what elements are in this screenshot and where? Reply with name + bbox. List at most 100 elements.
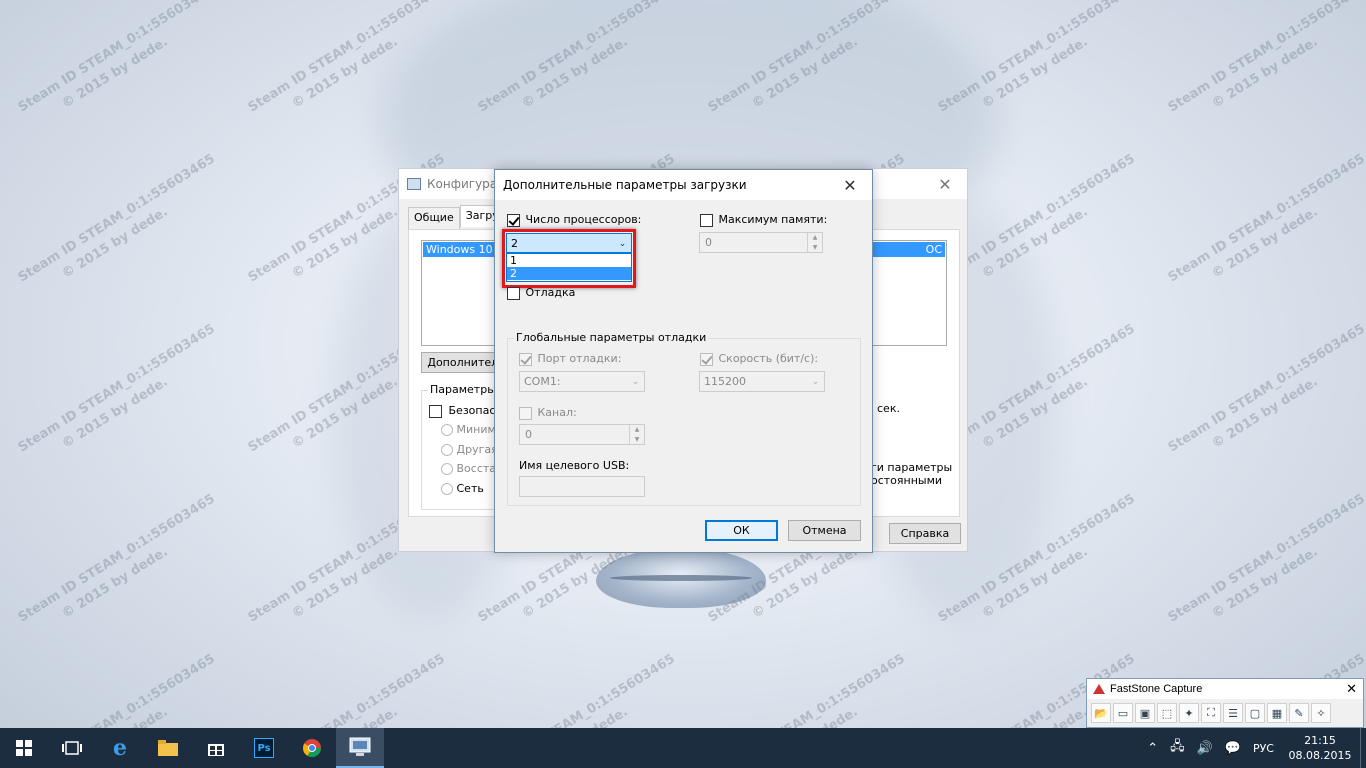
close-icon[interactable]: ✕ <box>828 170 872 200</box>
baud-rate-label: Скорость (бит/с): <box>718 352 819 365</box>
watermark-line-2: © 2015 by dede. <box>1209 374 1321 452</box>
watermark-line-2: © 2015 by dede. <box>1209 544 1321 622</box>
checkbox-icon[interactable] <box>700 213 713 227</box>
watermark-line-2: © 2015 by dede. <box>59 544 171 622</box>
language-indicator[interactable]: РУС <box>1253 742 1274 755</box>
debug-port-select[interactable]: COM1: ⌄ <box>519 371 645 392</box>
output-icon[interactable]: ✎ <box>1289 703 1309 723</box>
watermark-line-1: Steam ID STEAM_0:1:55603465 <box>15 151 218 286</box>
close-icon[interactable]: ✕ <box>1346 681 1357 697</box>
watermark-text: Steam ID STEAM_0:1:55603465© 2015 by ded… <box>15 321 218 475</box>
file-explorer-icon[interactable] <box>144 728 192 768</box>
watermark-line-1: Steam ID STEAM_0:1:55603465 <box>1165 151 1366 286</box>
help-button[interactable]: Справка <box>889 523 961 544</box>
radio-alternate[interactable]: Другая <box>441 443 498 456</box>
watermark-line-1: Steam ID STEAM_0:1:55603465 <box>15 0 218 116</box>
taskbar: e Ps ⌃ 🖧 🔊 💬 РУС 21:15 08.08.2015 <box>0 728 1366 768</box>
ok-button[interactable]: ОК <box>705 520 778 541</box>
faststone-tools: 📂 ▭ ▣ ⬚ ✦ ⛶ ☰ ▢ ▦ ✎ ✧ <box>1087 699 1363 727</box>
notifications-icon[interactable]: 💬 <box>1225 741 1241 756</box>
watermark-line-1: Steam ID STEAM_0:1:55603465 <box>15 321 218 456</box>
watermark-line-1: Steam ID STEAM_0:1:55603465 <box>1165 0 1366 116</box>
channel-label: Канал: <box>537 406 577 419</box>
annotation-highlight-frame <box>502 229 636 288</box>
capture-freehand-icon[interactable]: ✦ <box>1179 703 1199 723</box>
capture-fullscreen-icon[interactable]: ⛶ <box>1201 703 1221 723</box>
open-folder-icon[interactable]: 📂 <box>1091 703 1111 723</box>
clock-time: 21:15 <box>1304 734 1336 747</box>
spinner-icon[interactable]: ▲ ▼ <box>807 233 822 252</box>
msconfig-icon <box>407 178 421 190</box>
watermark-line-2: © 2015 by dede. <box>1209 34 1321 112</box>
screen-recorder-icon[interactable]: ▦ <box>1267 703 1287 723</box>
settings-icon[interactable]: ✧ <box>1311 703 1331 723</box>
edge-icon[interactable]: e <box>96 728 144 768</box>
task-view-icon[interactable] <box>48 728 96 768</box>
show-desktop-button[interactable] <box>1360 728 1366 768</box>
timeout-seconds-label: сек. <box>877 402 900 415</box>
max-memory-value: 0 <box>705 236 712 249</box>
checkbox-icon[interactable] <box>519 406 532 420</box>
checkbox-checked-icon[interactable] <box>519 352 532 366</box>
debug-port-value: COM1: <box>524 375 561 388</box>
dialog-title: Дополнительные параметры загрузки <box>503 178 747 192</box>
radio-icon[interactable] <box>441 424 453 436</box>
msconfig-taskbar-icon[interactable] <box>336 728 384 768</box>
make-permanent-label-1: ги параметры <box>871 461 953 474</box>
radio-network[interactable]: Сеть <box>441 482 484 495</box>
watermark-line-2: © 2015 by dede. <box>59 374 171 452</box>
capture-fixed-icon[interactable]: ▢ <box>1245 703 1265 723</box>
chrome-icon[interactable] <box>288 728 336 768</box>
network-icon[interactable]: 🖧 <box>1170 737 1185 759</box>
tab-general[interactable]: Общие <box>408 207 460 229</box>
watermark-text: Steam ID STEAM_0:1:55603465© 2015 by ded… <box>15 151 218 305</box>
watermark-line-2: © 2015 by dede. <box>59 204 171 282</box>
capture-region-icon[interactable]: ⬚ <box>1157 703 1177 723</box>
debug-label: Отладка <box>525 286 576 299</box>
safe-boot-check-icon[interactable] <box>429 404 442 418</box>
checkbox-icon[interactable] <box>507 286 520 300</box>
chevron-down-icon[interactable]: ⌄ <box>627 372 644 391</box>
radio-icon[interactable] <box>441 463 453 475</box>
capture-scrolling-icon[interactable]: ☰ <box>1223 703 1243 723</box>
max-memory-input[interactable]: 0 ▲ ▼ <box>699 232 823 253</box>
debug-port-checkbox[interactable]: Порт отладки: <box>519 352 621 366</box>
channel-checkbox[interactable]: Канал: <box>519 406 577 420</box>
checkbox-checked-icon[interactable] <box>507 213 520 227</box>
cancel-button[interactable]: Отмена <box>788 520 861 541</box>
baud-rate-select[interactable]: 115200 ⌄ <box>699 371 825 392</box>
debug-checkbox[interactable]: Отладка <box>507 286 575 300</box>
watermark-text: Steam ID STEAM_0:1:55603465© 2015 by ded… <box>1165 0 1366 135</box>
watermark-line-1: Steam ID STEAM_0:1:55603465 <box>1165 321 1366 456</box>
capture-window-icon[interactable]: ▭ <box>1113 703 1133 723</box>
photoshop-icon[interactable]: Ps <box>240 728 288 768</box>
checkbox-checked-icon[interactable] <box>700 352 713 366</box>
os-list-item-suffix: ОС <box>925 243 942 256</box>
dialog-titlebar: Дополнительные параметры загрузки ✕ <box>495 170 872 200</box>
store-icon[interactable] <box>192 728 240 768</box>
watermark-text: Steam ID STEAM_0:1:55603465© 2015 by ded… <box>15 491 218 645</box>
global-debug-label: Глобальные параметры отладки <box>514 331 709 344</box>
capture-object-icon[interactable]: ▣ <box>1135 703 1155 723</box>
usb-target-input[interactable] <box>519 476 645 497</box>
chevron-up-icon[interactable]: ⌃ <box>1147 741 1158 756</box>
baud-rate-value: 115200 <box>704 375 746 388</box>
max-memory-label: Максимум памяти: <box>718 213 828 226</box>
watermark-text: Steam ID STEAM_0:1:55603465© 2015 by ded… <box>15 0 218 135</box>
volume-icon[interactable]: 🔊 <box>1197 741 1213 756</box>
faststone-titlebar: FastStone Capture ✕ <box>1087 679 1363 699</box>
clock[interactable]: 21:15 08.08.2015 <box>1284 733 1356 763</box>
baud-rate-checkbox[interactable]: Скорость (бит/с): <box>700 352 818 366</box>
radio-network-label: Сеть <box>456 482 484 495</box>
radio-icon[interactable] <box>441 483 453 495</box>
watermark-line-2: © 2015 by dede. <box>1209 204 1321 282</box>
make-permanent-label-2: остоянными <box>871 474 943 487</box>
start-windows-icon[interactable] <box>0 728 48 768</box>
close-icon[interactable]: ✕ <box>923 169 967 199</box>
spinner-icon[interactable]: ▲ ▼ <box>629 425 644 444</box>
channel-input[interactable]: 0 ▲ ▼ <box>519 424 645 445</box>
max-memory-checkbox[interactable]: Максимум памяти: <box>700 213 827 227</box>
cpu-count-checkbox[interactable]: Число процессоров: <box>507 213 641 227</box>
chevron-down-icon[interactable]: ⌄ <box>807 372 824 391</box>
radio-icon[interactable] <box>441 444 453 456</box>
